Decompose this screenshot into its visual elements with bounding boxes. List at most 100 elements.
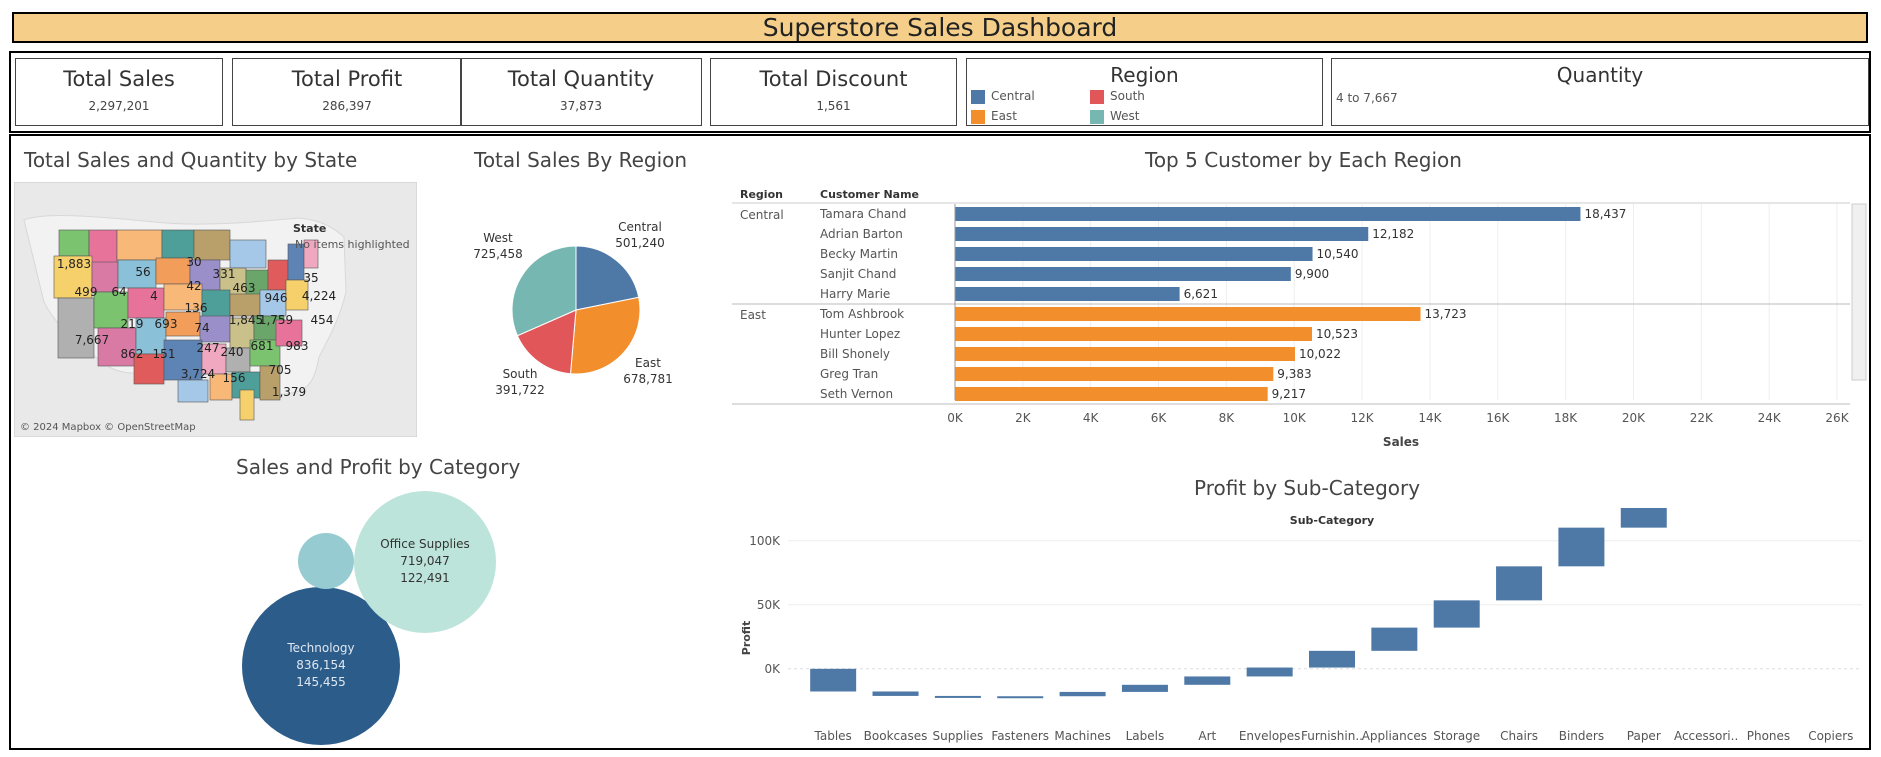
customer-name: Adrian Barton	[820, 227, 903, 241]
pie-title: Total Sales By Region	[474, 148, 688, 172]
wf-x-tick: Labels	[1126, 729, 1165, 743]
pie-label-central: Central 501,240	[615, 220, 665, 250]
x-tick-label: 14K	[1418, 411, 1442, 425]
wf-x-tick: Supplies	[932, 729, 983, 743]
state-label: 240	[221, 345, 244, 359]
legend-swatch	[971, 89, 985, 104]
profit-waterfall-chart[interactable]: Sub-Category Profit 100K 50K 0K Tables Bookcas…	[732, 508, 1872, 748]
customer-bar	[955, 267, 1291, 281]
map-title: Total Sales and Quantity by State	[24, 148, 358, 172]
state-shape	[155, 257, 191, 285]
customer-name: Tom Ashbrook	[819, 307, 904, 321]
wf-x-tick: Accessori..	[1674, 729, 1738, 743]
state-label: 331	[213, 267, 236, 281]
kpi-label: Total Profit	[291, 67, 403, 91]
bar-value-label: 18,437	[1584, 207, 1626, 221]
x-tick-label: 18K	[1554, 411, 1578, 425]
bar-value-label: 9,217	[1272, 387, 1306, 401]
wf-y-tick: 100K	[749, 534, 781, 548]
pie-label-south: South 391,722	[495, 367, 545, 397]
state-label: 983	[286, 339, 309, 353]
customer-bar	[955, 347, 1295, 361]
region-label: East	[740, 308, 766, 322]
x-tick-label: 4K	[1083, 411, 1100, 425]
x-tick-label: 12K	[1351, 411, 1375, 425]
wf-x-tick: Phones	[1747, 729, 1790, 743]
bar-value-label: 9,900	[1295, 267, 1329, 281]
kpi-total-quantity: Total Quantity 37,873	[460, 58, 702, 126]
bubble-furniture	[298, 533, 354, 589]
wf-x-tick: Paper	[1627, 729, 1661, 743]
region-pie-chart[interactable]: Central 501,240 East 678,781 South 391,722 Wes…	[470, 215, 700, 415]
wf-x-tick: Bookcases	[864, 729, 928, 743]
top-customers-title: Top 5 Customer by Each Region	[1145, 148, 1462, 172]
state-shape	[177, 379, 209, 403]
legend-item-central[interactable]: Central	[971, 89, 1035, 104]
customer-name: Harry Marie	[820, 287, 890, 301]
x-tick-label: 2K	[1015, 411, 1032, 425]
wf-x-tick: Chairs	[1500, 729, 1538, 743]
x-tick-label: 16K	[1486, 411, 1510, 425]
scrollbar[interactable]	[1851, 203, 1867, 381]
state-shape	[161, 229, 195, 259]
x-tick-label: 8K	[1219, 411, 1236, 425]
customer-name: Bill Shonely	[820, 347, 890, 361]
state-label: 463	[233, 281, 256, 295]
legend-item-south[interactable]: South	[1090, 89, 1145, 104]
region-label: Central	[740, 208, 784, 222]
us-state-map[interactable]: 1,8835630331499 64 442 463946351361,8451,75…	[14, 182, 417, 437]
kpi-total-sales: Total Sales 2,297,201	[15, 58, 223, 126]
legend-swatch	[1090, 109, 1104, 124]
state-shape	[116, 229, 163, 261]
wf-bar	[810, 668, 857, 692]
wf-bar	[1371, 627, 1418, 651]
kpi-label: Total Quantity	[507, 67, 655, 91]
state-shape	[127, 287, 165, 319]
pie-label-value: 391,722	[495, 383, 545, 397]
legend-label: East	[991, 109, 1017, 123]
wf-x-tick: Fasteners	[991, 729, 1049, 743]
state-label: 74	[194, 321, 209, 335]
state-label: 946	[265, 291, 288, 305]
kpi-row: Total Sales 2,297,201 Total Profit 286,3…	[9, 51, 1871, 133]
legend-item-east[interactable]: East	[971, 109, 1017, 124]
map-credits: © 2024 Mapbox © OpenStreetMap	[20, 422, 196, 433]
region-legend-title: Region	[1110, 63, 1179, 87]
state-shape	[58, 229, 90, 257]
kpi-value: 2,297,201	[88, 99, 150, 113]
legend-item-west[interactable]: West	[1090, 109, 1140, 124]
pie-label-east: East 678,781	[623, 356, 673, 386]
map-tooltip-title: State	[293, 222, 326, 235]
state-label: 56	[135, 265, 150, 279]
kpi-label: Total Sales	[63, 67, 175, 91]
wf-bar	[1558, 527, 1605, 567]
wf-top-label: Sub-Category	[1290, 514, 1374, 527]
wf-x-tick: Binders	[1559, 729, 1604, 743]
legend-label: West	[1110, 109, 1140, 123]
wf-x-tick: Furnishin..	[1301, 729, 1363, 743]
bubble-label-sales: 836,154	[296, 658, 346, 672]
state-label: 499	[75, 285, 98, 299]
dashboard-title: Superstore Sales Dashboard	[12, 12, 1868, 43]
wf-x-tick: Tables	[814, 729, 852, 743]
quantity-filter[interactable]: Quantity 4 to 7,667	[1331, 58, 1869, 126]
wf-bar	[1496, 566, 1543, 601]
bubble-label-profit: 122,491	[400, 571, 450, 585]
state-shape	[229, 239, 267, 269]
state-label: 1,759	[259, 313, 293, 327]
wf-y-tick: 50K	[757, 598, 781, 612]
col-header-region: Region	[740, 188, 783, 201]
category-bubble-chart[interactable]: Technology 836,154 145,455 Office Supplies 7…	[220, 485, 520, 747]
bar-value-label: 6,621	[1184, 287, 1218, 301]
pie-label-name: West	[483, 231, 513, 245]
state-label: 4	[150, 289, 158, 303]
top-customers-bar-chart[interactable]: Region Customer Name Central Tamara Chand 18…	[732, 182, 1872, 452]
bubble-label-name: Office Supplies	[380, 537, 470, 551]
col-header-customer: Customer Name	[820, 188, 919, 201]
state-shape	[57, 297, 95, 359]
pie-slice-east	[569, 296, 641, 375]
quantity-filter-title: Quantity	[1556, 63, 1644, 87]
wf-y-tick: 0K	[764, 662, 781, 676]
waterfall-title: Profit by Sub-Category	[1194, 476, 1421, 500]
customer-name: Sanjit Chand	[820, 267, 896, 281]
